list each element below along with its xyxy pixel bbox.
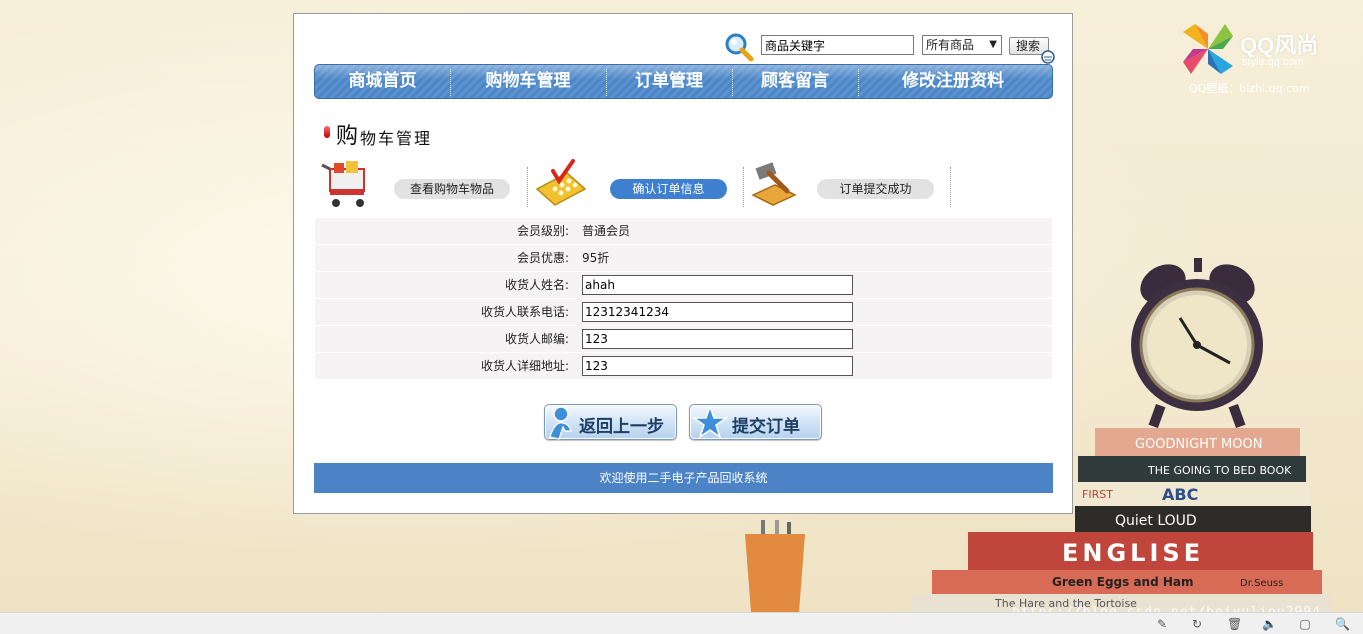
pinwheel-icon — [1183, 24, 1233, 74]
form-row-member-level: 会员级别: 普通会员 — [315, 218, 1052, 245]
order-info-form: 会员级别: 普通会员 会员优惠: 95折 收货人姓名: 收货人联系电话: 收货人… — [315, 218, 1052, 380]
cursor-icon — [1041, 50, 1055, 64]
form-row-receiver-phone: 收货人联系电话: — [315, 299, 1052, 326]
step-separator — [743, 167, 744, 207]
zoom-icon[interactable]: 🔍 — [1335, 617, 1350, 631]
receiver-zip-label: 收货人邮编: — [504, 332, 569, 346]
back-button-label: 返回上一步 — [579, 417, 664, 437]
gavel-icon — [751, 162, 797, 206]
footer-text: 欢迎使用二手电子产品回收系统 — [599, 471, 768, 485]
member-discount-label: 会员优惠: — [516, 251, 569, 265]
form-row-member-discount: 会员优惠: 95折 — [315, 245, 1052, 272]
page-title-rest: 物车管理 — [360, 129, 433, 148]
step-separator — [527, 167, 528, 207]
receiver-phone-input[interactable] — [582, 302, 853, 322]
nav-item-messages[interactable]: 顾客留言 — [732, 65, 858, 98]
form-row-receiver-name: 收货人姓名: — [315, 272, 1052, 299]
main-nav: 商城首页 购物车管理 订单管理 顾客留言 修改注册资料 — [314, 64, 1053, 99]
speaker-icon[interactable]: 🔈 — [1262, 617, 1277, 631]
nav-item-cart[interactable]: 购物车管理 — [450, 65, 606, 98]
order-steps: 查看购物车物品 确认订单信息 订单提交成功 — [316, 159, 956, 219]
submit-order-button-label: 提交订单 — [732, 417, 800, 437]
step-order-success: 订单提交成功 — [817, 179, 934, 199]
page-title-first-char: 购 — [336, 124, 359, 149]
nav-item-home[interactable]: 商城首页 — [315, 65, 450, 98]
step-confirm-order: 确认订单信息 — [610, 179, 727, 199]
calculator-icon — [535, 159, 587, 206]
book-title: THE GOING TO BED BOOK — [1147, 464, 1292, 477]
footer-bar: 欢迎使用二手电子产品回收系统 — [314, 463, 1053, 493]
chevron-down-icon: ▼ — [989, 39, 997, 50]
refresh-icon[interactable]: ↻ — [1190, 617, 1204, 631]
pencil-cup-decoration — [745, 520, 805, 612]
receiver-phone-label: 收货人联系电话: — [480, 305, 569, 319]
nav-item-profile[interactable]: 修改注册资料 — [858, 65, 1048, 98]
receiver-zip-input[interactable] — [582, 329, 853, 349]
category-select-value: 所有商品 — [926, 38, 975, 52]
browser-status-bar: ✎ ↻ 🗑 🔈 ▢ 🔍 — [0, 612, 1363, 634]
book-title: FIRST — [1082, 488, 1113, 501]
category-select[interactable]: 所有商品 ▼ — [922, 35, 1002, 55]
book-title: ENGLISE — [1062, 539, 1204, 567]
window-icon[interactable]: ▢ — [1298, 617, 1312, 631]
bullet-icon — [324, 126, 330, 138]
search-input[interactable] — [761, 35, 914, 55]
member-level-value: 普通会员 — [582, 224, 631, 238]
nav-item-orders[interactable]: 订单管理 — [606, 65, 732, 98]
person-back-icon — [549, 406, 572, 440]
step-view-cart: 查看购物车物品 — [394, 179, 510, 199]
receiver-name-label: 收货人姓名: — [504, 278, 569, 292]
receiver-address-label: 收货人详细地址: — [480, 359, 569, 373]
member-level-label: 会员级别: — [516, 224, 569, 238]
form-row-receiver-zip: 收货人邮编: — [315, 326, 1052, 353]
brand-url: style.qq.com — [1242, 56, 1304, 68]
book-title: Quiet LOUD — [1115, 513, 1197, 529]
pin-icon[interactable]: ✎ — [1155, 617, 1169, 631]
search-icon — [725, 33, 754, 62]
book-title: Green Eggs and Ham — [1052, 575, 1194, 589]
star-icon — [692, 405, 728, 439]
receiver-name-input[interactable] — [582, 275, 853, 295]
submit-order-button[interactable]: 提交订单 — [689, 404, 822, 440]
book-title: Dr.Seuss — [1240, 578, 1283, 589]
member-discount-value: 95折 — [582, 251, 610, 265]
book-title: ABC — [1162, 485, 1198, 504]
form-row-receiver-address: 收货人详细地址: — [315, 353, 1052, 380]
receiver-address-input[interactable] — [582, 356, 853, 376]
main-panel: 所有商品 ▼ 搜索 商城首页 购物车管理 订单管理 顾客留言 修改注册资料 购 … — [293, 13, 1073, 514]
trash-icon[interactable]: 🗑 — [1227, 617, 1242, 631]
brand-subtitle: QQ壁纸：bizhi.qq.com — [1189, 82, 1310, 95]
back-button[interactable]: 返回上一步 — [544, 404, 677, 440]
book-title: GOODNIGHT MOON — [1135, 437, 1262, 452]
search-bar: 所有商品 ▼ 搜索 — [724, 32, 1055, 64]
qq-style-logo: QQ风尚 style.qq.com QQ壁纸：bizhi.qq.com — [1183, 24, 1343, 95]
step-separator — [950, 167, 951, 207]
shopping-cart-icon — [321, 161, 365, 207]
